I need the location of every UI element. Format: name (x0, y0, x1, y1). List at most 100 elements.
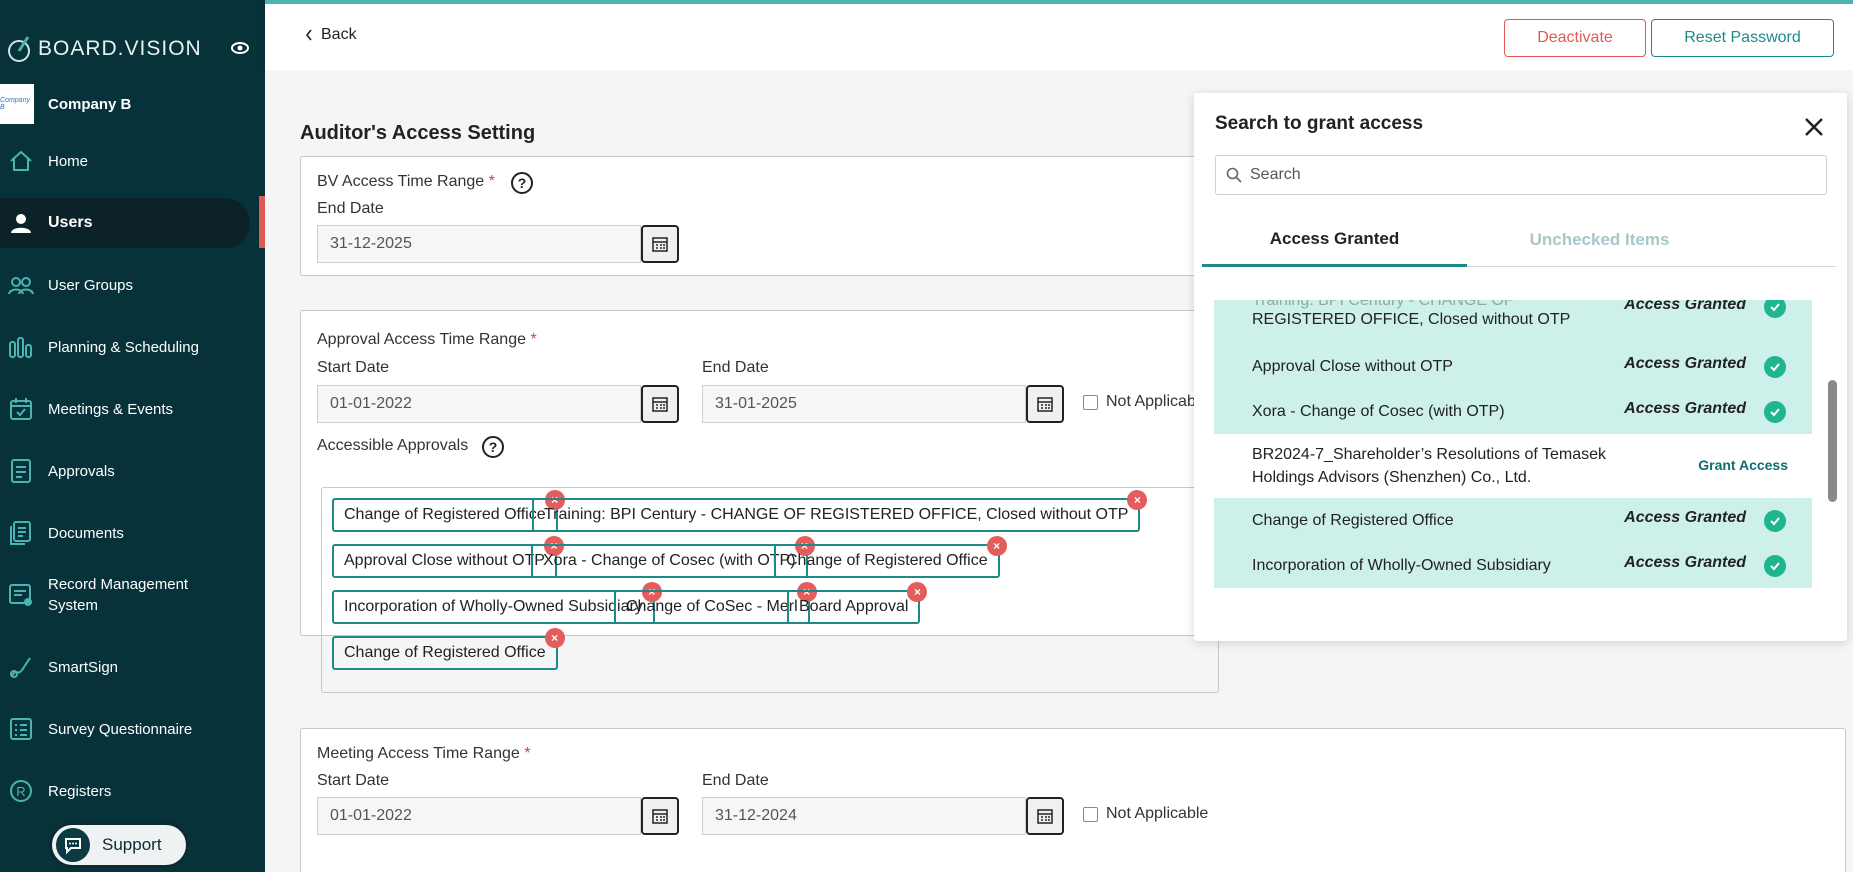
sidebar-item-approvals[interactable]: Approvals (0, 446, 250, 496)
not-applicable-checkbox[interactable] (1083, 806, 1098, 822)
sidebar-item-users[interactable]: Users (0, 198, 250, 248)
sidebar-item-label: Users (48, 214, 93, 231)
approval-end-date-label: End Date (702, 359, 769, 376)
meeting-start-date-input[interactable] (317, 797, 641, 835)
meeting-access-section: Meeting Access Time Range * Start Date E… (300, 728, 1846, 872)
list-item[interactable]: Change of Registered Office Access Grant… (1214, 498, 1812, 543)
list-item[interactable]: BR2024-7_Shareholder’s Resolutions of Te… (1214, 434, 1812, 498)
tab-divider (1732, 266, 1836, 267)
deactivate-button[interactable]: Deactivate (1504, 19, 1646, 57)
sidebar-item-meetings[interactable]: Meetings & Events (0, 384, 250, 434)
panel-title: Search to grant access (1215, 113, 1424, 134)
sidebar-item-label: Documents (48, 524, 124, 542)
search-icon (1226, 167, 1242, 183)
tab-access-granted[interactable]: Access Granted (1202, 213, 1467, 267)
sidebar-item-survey[interactable]: Survey Questionnaire (0, 704, 250, 754)
meeting-not-applicable[interactable]: Not Applicable (1083, 805, 1208, 823)
eye-icon[interactable] (230, 40, 250, 56)
remove-chip-icon[interactable]: × (986, 536, 1007, 556)
sidebar-item-label: Planning & Scheduling (48, 338, 199, 356)
help-icon[interactable]: ? (482, 436, 504, 458)
support-button[interactable]: Support (49, 822, 189, 868)
approval-chip: Board Approval × (787, 582, 928, 624)
calendar-button[interactable] (641, 225, 679, 263)
bv-access-label: BV Access Time Range * (317, 173, 495, 190)
access-status: Access Granted (1624, 400, 1746, 417)
search-input[interactable] (1250, 166, 1810, 184)
meeting-start-date-label: Start Date (317, 772, 390, 789)
sidebar-item-record-management[interactable]: Record Management System (0, 570, 250, 620)
list-item[interactable]: Incorporation of Wholly-Owned Subsidiary… (1214, 543, 1812, 588)
company-name: Company B (48, 95, 132, 113)
approval-chip: Change of Registered Office × (332, 490, 565, 532)
help-icon[interactable]: ? (511, 172, 533, 194)
sidebar-item-planning[interactable]: Planning & Scheduling (0, 322, 250, 372)
calendar-button[interactable] (1026, 797, 1064, 835)
remove-chip-icon[interactable]: × (544, 628, 565, 648)
tab-unchecked-items[interactable]: Unchecked Items (1467, 213, 1732, 267)
list-item-title-line2: REGISTERED OFFICE, Closed without OTP (1252, 311, 1571, 328)
back-button[interactable]: Back (305, 26, 357, 44)
sidebar-item-label: Survey Questionnaire (48, 720, 193, 738)
record-icon (9, 584, 32, 606)
not-applicable-label: Not Applicable (1106, 805, 1209, 822)
not-applicable-checkbox[interactable] (1083, 394, 1098, 410)
calendar-icon (1037, 809, 1053, 824)
company-switcher[interactable]: Company B Company B (0, 84, 131, 124)
calendar-button[interactable] (641, 385, 679, 423)
sidebar-item-registers[interactable]: R Registers (0, 766, 250, 816)
remove-chip-icon[interactable]: × (1127, 490, 1148, 510)
accessible-approvals-box: Change of Registered Office × Training: … (321, 487, 1219, 693)
access-status: Access Granted (1624, 554, 1746, 571)
sidebar-item-label: Registers (48, 782, 112, 800)
access-status: Access Granted (1624, 355, 1746, 372)
check-circle-icon (1764, 401, 1786, 423)
sidebar-item-home[interactable]: Home (0, 136, 250, 186)
sidebar-item-label: Home (48, 152, 89, 170)
meeting-end-date-input[interactable] (702, 797, 1026, 835)
grant-access-button[interactable]: Grant Access (1698, 457, 1788, 473)
approval-chip: Change of Registered Office × (774, 536, 1007, 578)
approval-not-applicable[interactable]: Not Applicable (1083, 393, 1208, 411)
approval-start-date-input[interactable] (317, 385, 641, 423)
bv-end-date-input[interactable] (317, 225, 641, 263)
sidebar-item-user-groups[interactable]: User Groups (0, 260, 250, 310)
bar-chart-icon (9, 337, 32, 358)
approval-chip: Training: BPI Century - CHANGE OF REGIST… (532, 490, 1148, 532)
scrollbar[interactable] (1828, 380, 1837, 502)
company-logo: Company B (0, 84, 34, 124)
remove-chip-icon[interactable]: × (907, 582, 928, 602)
sidebar: BOARD.VISION Company B Company B Home Us… (0, 0, 265, 872)
calendar-button[interactable] (641, 797, 679, 835)
list-item[interactable]: Xora - Change of Cosec (with OTP) Access… (1214, 389, 1812, 434)
approval-chip: Change of Registered Office × (332, 628, 565, 670)
calendar-button[interactable] (1026, 385, 1064, 423)
sidebar-item-label: SmartSign (48, 658, 119, 676)
registers-icon: R (10, 780, 32, 802)
calendar-icon (652, 397, 668, 412)
survey-icon (10, 718, 32, 740)
access-list: Training: BPI Century - CHANGE OF REGIST… (1214, 300, 1812, 628)
list-item[interactable]: Approval Close without OTP Access Grante… (1214, 344, 1812, 389)
list-item-title: Change of Registered Office (1252, 512, 1454, 529)
approval-chip: Incorporation of Wholly-Owned Subsidiary… (332, 582, 662, 624)
user-groups-icon (8, 277, 34, 295)
approval-start-date-field (317, 385, 679, 423)
meeting-access-label: Meeting Access Time Range * (317, 745, 531, 762)
svg-text:R: R (16, 784, 25, 799)
reset-password-button[interactable]: Reset Password (1651, 19, 1834, 57)
list-item-title-line2: Holdings Advisors (Shenzhen) Co., Ltd. (1252, 469, 1532, 486)
app-logo[interactable]: BOARD.VISION (6, 34, 202, 64)
sidebar-item-documents[interactable]: Documents (0, 508, 250, 558)
calendar-icon (1037, 397, 1053, 412)
calendar-icon (652, 237, 668, 252)
sidebar-item-label: User Groups (48, 276, 134, 294)
close-icon[interactable] (1802, 115, 1826, 139)
sidebar-item-smartsign[interactable]: SmartSign (0, 642, 250, 692)
check-circle-icon (1764, 356, 1786, 378)
approval-access-label: Approval Access Time Range * (317, 331, 537, 348)
search-box (1215, 155, 1827, 195)
approval-end-date-input[interactable] (702, 385, 1026, 423)
list-item[interactable]: Training: BPI Century - CHANGE OF REGIST… (1214, 300, 1812, 344)
board-vision-logo-icon (8, 36, 30, 62)
